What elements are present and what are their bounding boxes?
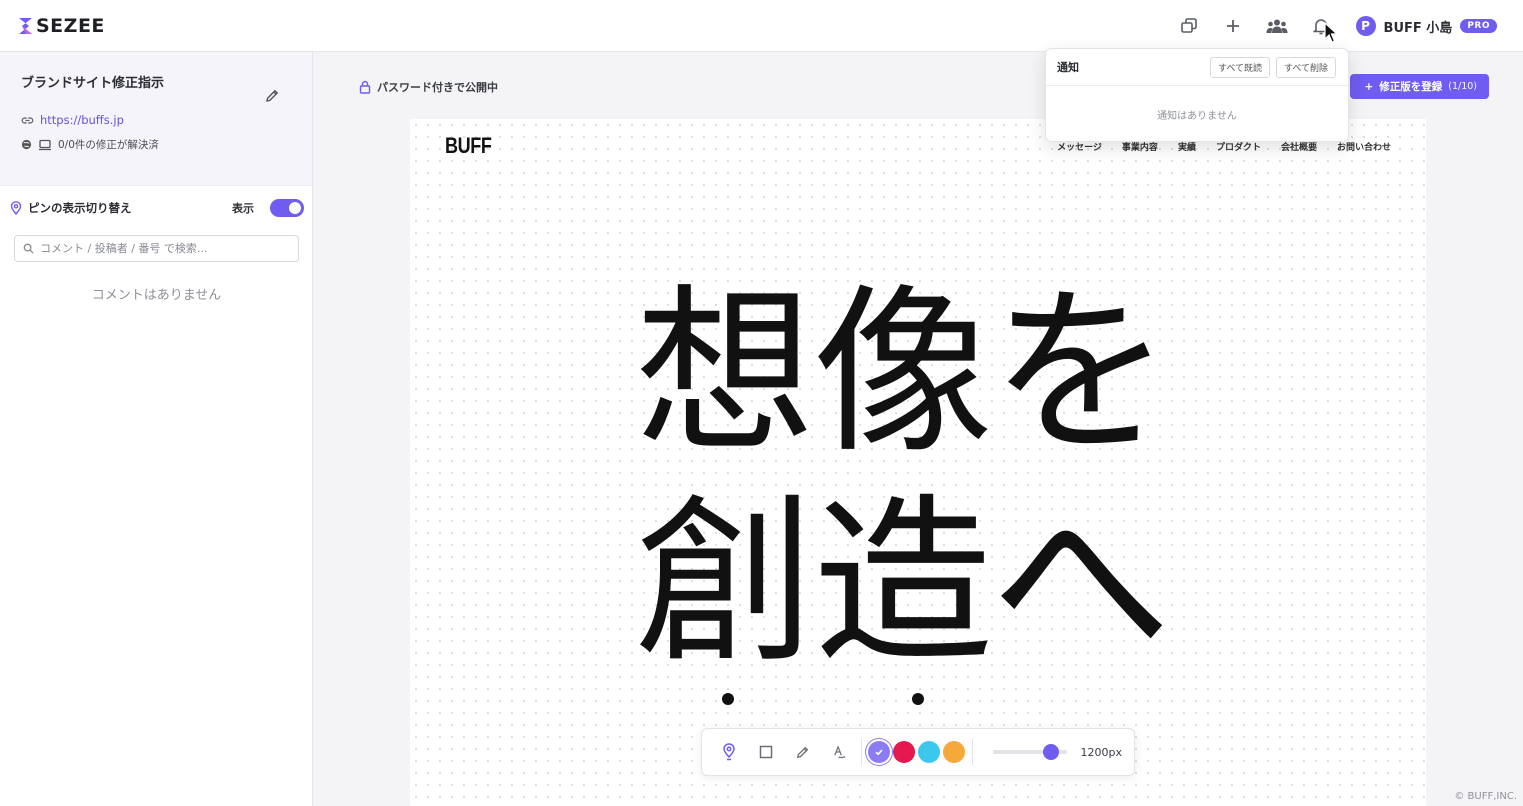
- width-slider[interactable]: [992, 744, 1067, 760]
- globe-icon: [21, 139, 32, 150]
- pin-visibility-row: ピンの表示切り替え 表示: [10, 198, 304, 218]
- decorative-dot: [912, 693, 924, 705]
- toolbar-divider: [971, 739, 973, 765]
- check-icon: [875, 749, 883, 756]
- mouse-cursor-icon: [1324, 22, 1339, 43]
- pin-visibility-toggle[interactable]: [270, 199, 304, 217]
- pin-icon: [10, 201, 22, 215]
- site-nav-item: お問い合わせ: [1336, 143, 1391, 153]
- empty-comments-message: コメントはありません: [91, 288, 222, 303]
- width-slider-knob[interactable]: [1042, 744, 1059, 760]
- publish-status: パスワード付きで公開中: [359, 79, 498, 95]
- empty-notifications-message: 通知はありません: [1157, 111, 1237, 122]
- windows-icon: [1180, 18, 1197, 33]
- comment-search-input[interactable]: [40, 242, 280, 255]
- user-name: BUFF 小島: [1383, 20, 1453, 36]
- revision-count: (1/10): [1448, 81, 1477, 92]
- link-icon: [21, 116, 34, 124]
- pin-tool-button[interactable]: [714, 737, 744, 767]
- sidebar: ブランドサイト修正指示 https://buffs.jp 0/0件の修正が解決済…: [0, 52, 313, 806]
- avatar: P: [1355, 16, 1376, 36]
- team-icon: [1266, 19, 1288, 33]
- app-logo[interactable]: SEZEE: [18, 15, 105, 37]
- color-swatch-orange[interactable]: [943, 741, 965, 763]
- pin-toggle-state: 表示: [232, 202, 254, 215]
- width-value: 1200px: [1080, 745, 1123, 759]
- notifications-header: 通知 すべて既読 すべて削除: [1046, 49, 1348, 86]
- search-icon: [23, 243, 34, 254]
- windows-button[interactable]: [1174, 11, 1204, 41]
- decorative-dot: [722, 693, 734, 705]
- project-info: ブランドサイト修正指示 https://buffs.jp 0/0件の修正が解決済: [0, 52, 312, 186]
- register-revision-label: 修正版を登録: [1379, 81, 1443, 93]
- pencil-icon: [266, 89, 279, 102]
- main-area: パスワード付きで公開中 + 修正版を登録 (1/10) BUFF メッセージ 事…: [313, 52, 1523, 806]
- publish-status-text: パスワード付きで公開中: [377, 81, 498, 94]
- preview-canvas[interactable]: BUFF メッセージ 事業内容 実績 プロダクト 会社概要 お問い合わせ 想像を…: [410, 119, 1426, 806]
- project-url-link[interactable]: https://buffs.jp: [21, 113, 291, 127]
- register-revision-button[interactable]: + 修正版を登録 (1/10): [1350, 74, 1489, 99]
- color-swatch-cyan[interactable]: [918, 741, 941, 763]
- color-swatch-red[interactable]: [893, 741, 916, 763]
- mark-all-read-button[interactable]: すべて既読: [1209, 57, 1270, 78]
- color-swatch-purple[interactable]: [868, 741, 891, 763]
- annotation-toolbar: 1200px: [701, 728, 1135, 776]
- lock-icon: [359, 80, 371, 94]
- hero-line-2: 創造へ: [635, 479, 1171, 688]
- resolved-status-text: 0/0件の修正が解決済: [58, 139, 159, 151]
- rectangle-tool-button[interactable]: [751, 737, 781, 767]
- hero-heading: 想像を 創造へ: [635, 269, 1171, 689]
- delete-all-button[interactable]: すべて削除: [1275, 57, 1336, 78]
- pin-icon: [723, 743, 735, 761]
- comment-search: [14, 235, 299, 262]
- notifications-dropdown: 通知 すべて既読 すべて削除 通知はありません: [1045, 48, 1349, 142]
- edit-project-button[interactable]: [264, 88, 282, 106]
- notifications-title: 通知: [1057, 61, 1079, 74]
- text-stroke-icon: [834, 744, 846, 758]
- plan-badge: PRO: [1460, 19, 1497, 33]
- plus-icon: +: [1364, 80, 1374, 93]
- hero-line-1: 想像を: [635, 269, 1171, 478]
- plus-icon: [1226, 20, 1239, 32]
- team-button[interactable]: [1262, 11, 1292, 41]
- pen-tool-button[interactable]: [788, 737, 818, 767]
- add-button[interactable]: [1218, 11, 1248, 41]
- project-title: ブランドサイト修正指示: [21, 76, 165, 91]
- monitor-icon: [39, 139, 51, 150]
- top-header: SEZEE P BUFF 小島 PRO: [0, 0, 1523, 52]
- rectangle-icon: [759, 745, 773, 759]
- copyright: © BUFF,INC.: [1454, 791, 1517, 802]
- site-logo: BUFF: [445, 133, 492, 158]
- pin-toggle-label: ピンの表示切り替え: [28, 201, 132, 215]
- project-url: https://buffs.jp: [40, 113, 124, 127]
- toolbar-divider: [861, 739, 863, 765]
- pencil-icon: [797, 746, 809, 758]
- user-menu[interactable]: P BUFF 小島 PRO: [1355, 16, 1497, 36]
- text-tool-button[interactable]: [825, 737, 855, 767]
- app-logo-text: SEZEE: [36, 15, 105, 37]
- resolved-status: 0/0件の修正が解決済: [21, 137, 291, 152]
- sezee-logo-icon: [18, 16, 34, 36]
